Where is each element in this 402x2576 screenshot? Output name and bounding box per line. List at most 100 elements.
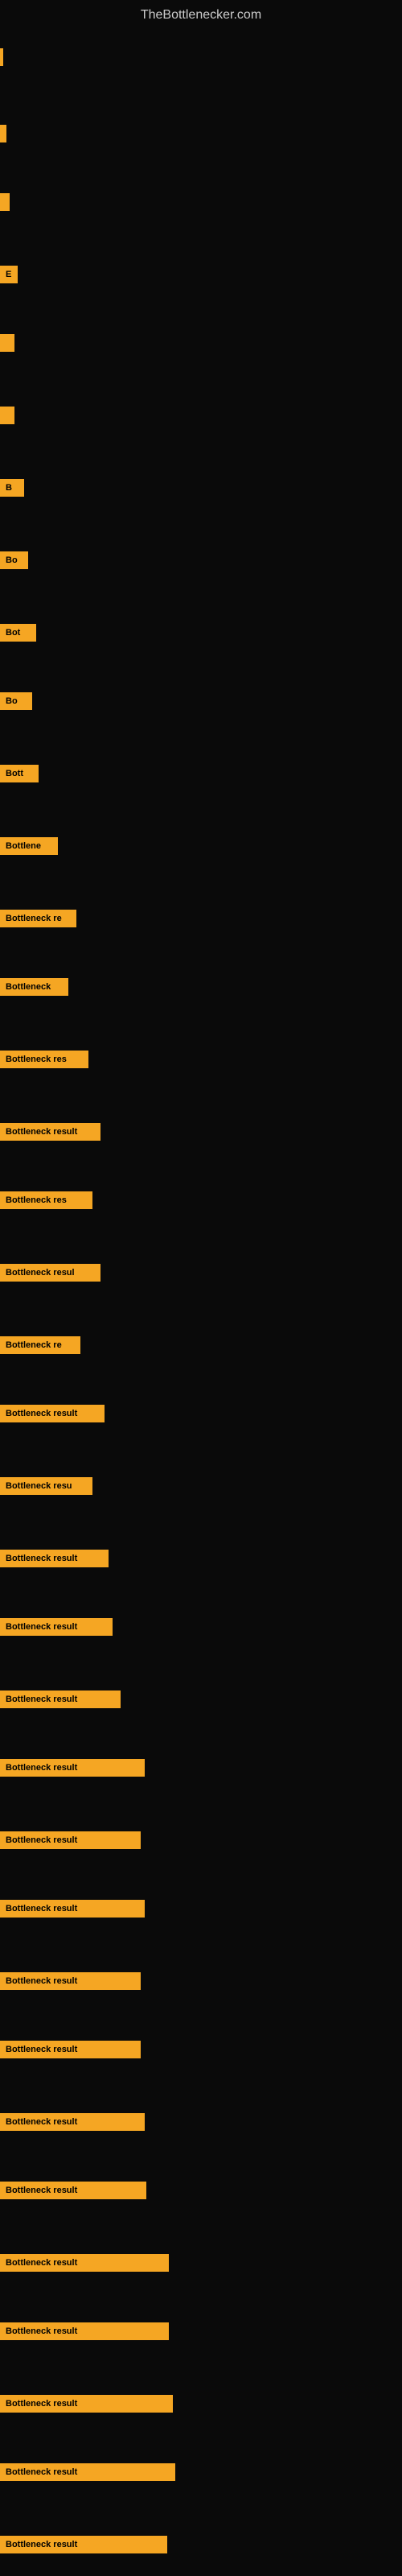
site-title: TheBottlenecker.com bbox=[0, 0, 402, 27]
chart-area: TheBottlenecker.com E B Bo Bot Bo Bott Bottlen… bbox=[0, 0, 402, 2576]
bar-label: Bottleneck result bbox=[3, 1622, 80, 1632]
bar-label: Bottleneck res bbox=[3, 1195, 69, 1205]
bar-label: Bottleneck result bbox=[3, 1763, 80, 1773]
bar-label: Bottleneck resu bbox=[3, 1481, 75, 1491]
bar: Bottleneck result bbox=[0, 2395, 173, 2413]
bar bbox=[0, 193, 10, 211]
bar: Bottleneck result bbox=[0, 1123, 100, 1141]
bar-label: Bottleneck res bbox=[3, 1055, 69, 1064]
bar-label: Bottleneck result bbox=[3, 2326, 80, 2336]
bar: Bottleneck result bbox=[0, 1972, 141, 1990]
bar-label: Bottleneck result bbox=[3, 1976, 80, 1986]
bar-label: Bottleneck result bbox=[3, 2540, 80, 2549]
bar: Bottleneck result bbox=[0, 1405, 105, 1422]
bar: Bottleneck result bbox=[0, 2536, 167, 2553]
bar: Bottleneck result bbox=[0, 2322, 169, 2340]
bar: Bo bbox=[0, 692, 32, 710]
bar-item: Bottleneck result bbox=[0, 2463, 175, 2481]
bar-label: E bbox=[3, 270, 14, 279]
bar-item: Bott bbox=[0, 765, 39, 782]
bar-item: Bottleneck res bbox=[0, 1051, 88, 1068]
bar-item: E bbox=[0, 266, 18, 283]
bar-label: Bottleneck result bbox=[3, 2117, 80, 2127]
bar-item: Bottleneck result bbox=[0, 1405, 105, 1422]
bar: Bot bbox=[0, 624, 36, 642]
bar: Bottleneck re bbox=[0, 910, 76, 927]
bar-item: Bottleneck result bbox=[0, 1900, 145, 1918]
bar: E bbox=[0, 266, 18, 283]
bar: Bottleneck re bbox=[0, 1336, 80, 1354]
bar: Bottleneck result bbox=[0, 1831, 141, 1849]
bar-item: Bo bbox=[0, 692, 32, 710]
bar-label: Bo bbox=[3, 555, 20, 565]
bar-item: Bot bbox=[0, 624, 36, 642]
bar-item bbox=[0, 193, 10, 211]
bar-item: Bottleneck res bbox=[0, 1191, 92, 1209]
bar-label: Bottleneck resul bbox=[3, 1268, 77, 1278]
bar-label: Bottleneck result bbox=[3, 2258, 80, 2268]
bar-item: Bottleneck re bbox=[0, 910, 76, 927]
bar-item: Bottleneck resul bbox=[0, 1264, 100, 1282]
bar-item: Bottleneck bbox=[0, 978, 68, 996]
bar-label: Bottleneck result bbox=[3, 2467, 80, 2477]
bar-item: Bottlene bbox=[0, 837, 58, 855]
bar-item: Bottleneck result bbox=[0, 1831, 141, 1849]
bar-label: Bottleneck result bbox=[3, 1695, 80, 1704]
bar-label: Bottleneck result bbox=[3, 1554, 80, 1563]
bar: Bottleneck result bbox=[0, 1759, 145, 1777]
bar-item: Bottleneck result bbox=[0, 1618, 113, 1636]
bar-label: Bottleneck result bbox=[3, 1835, 80, 1845]
bar: Bottlene bbox=[0, 837, 58, 855]
bar-item: Bottleneck result bbox=[0, 2395, 173, 2413]
bar-item: Bottleneck result bbox=[0, 1550, 109, 1567]
bar-item: Bottleneck result bbox=[0, 2536, 167, 2553]
bar-item bbox=[0, 125, 6, 142]
bar: Bottleneck res bbox=[0, 1191, 92, 1209]
bar-item: Bottleneck result bbox=[0, 1759, 145, 1777]
bar-label: Bottleneck result bbox=[3, 2399, 80, 2409]
bar-label: Bottleneck result bbox=[3, 1409, 80, 1418]
bar: Bottleneck resul bbox=[0, 1264, 100, 1282]
bar-label: B bbox=[3, 483, 14, 493]
bar-label: Bottleneck bbox=[3, 982, 53, 992]
bar-item: Bottleneck result bbox=[0, 1690, 121, 1708]
bar-item: Bottleneck result bbox=[0, 2254, 169, 2272]
bar-label: Bot bbox=[3, 628, 23, 638]
bar-label: Bott bbox=[3, 769, 26, 778]
bar: Bottleneck res bbox=[0, 1051, 88, 1068]
bar-label: Bottlene bbox=[3, 841, 43, 851]
bar-item: Bottleneck result bbox=[0, 2322, 169, 2340]
bar: Bottleneck result bbox=[0, 1690, 121, 1708]
bar: B bbox=[0, 479, 24, 497]
bar-label: Bo bbox=[3, 696, 20, 706]
bar-item: Bottleneck result bbox=[0, 2113, 145, 2131]
bar: Bottleneck result bbox=[0, 2113, 145, 2131]
bar-label: Bottleneck result bbox=[3, 2045, 80, 2054]
bar: Bottleneck result bbox=[0, 1550, 109, 1567]
bar-label: Bottleneck re bbox=[3, 914, 64, 923]
bar: Bottleneck result bbox=[0, 2182, 146, 2199]
bar-item bbox=[0, 334, 14, 352]
bar-label: Bottleneck result bbox=[3, 2186, 80, 2195]
bar-item: Bottleneck result bbox=[0, 1972, 141, 1990]
bar: Bott bbox=[0, 765, 39, 782]
bar bbox=[0, 334, 14, 352]
bar-item: Bottleneck result bbox=[0, 1123, 100, 1141]
bar: Bottleneck result bbox=[0, 1900, 145, 1918]
bar-item: Bottleneck re bbox=[0, 1336, 80, 1354]
bar-item: Bottleneck result bbox=[0, 2182, 146, 2199]
bar-item: Bo bbox=[0, 551, 28, 569]
bar-item: Bottleneck result bbox=[0, 2041, 141, 2058]
bar: Bottleneck bbox=[0, 978, 68, 996]
bar: Bottleneck resu bbox=[0, 1477, 92, 1495]
bar: Bottleneck result bbox=[0, 2041, 141, 2058]
bar-item bbox=[0, 407, 14, 424]
bar-item: Bottleneck resu bbox=[0, 1477, 92, 1495]
bar-label: Bottleneck result bbox=[3, 1127, 80, 1137]
bar-item: B bbox=[0, 479, 24, 497]
bar: Bottleneck result bbox=[0, 2254, 169, 2272]
bar: Bottleneck result bbox=[0, 2463, 175, 2481]
bar-item bbox=[0, 48, 3, 66]
bar: Bottleneck result bbox=[0, 1618, 113, 1636]
bar bbox=[0, 407, 14, 424]
